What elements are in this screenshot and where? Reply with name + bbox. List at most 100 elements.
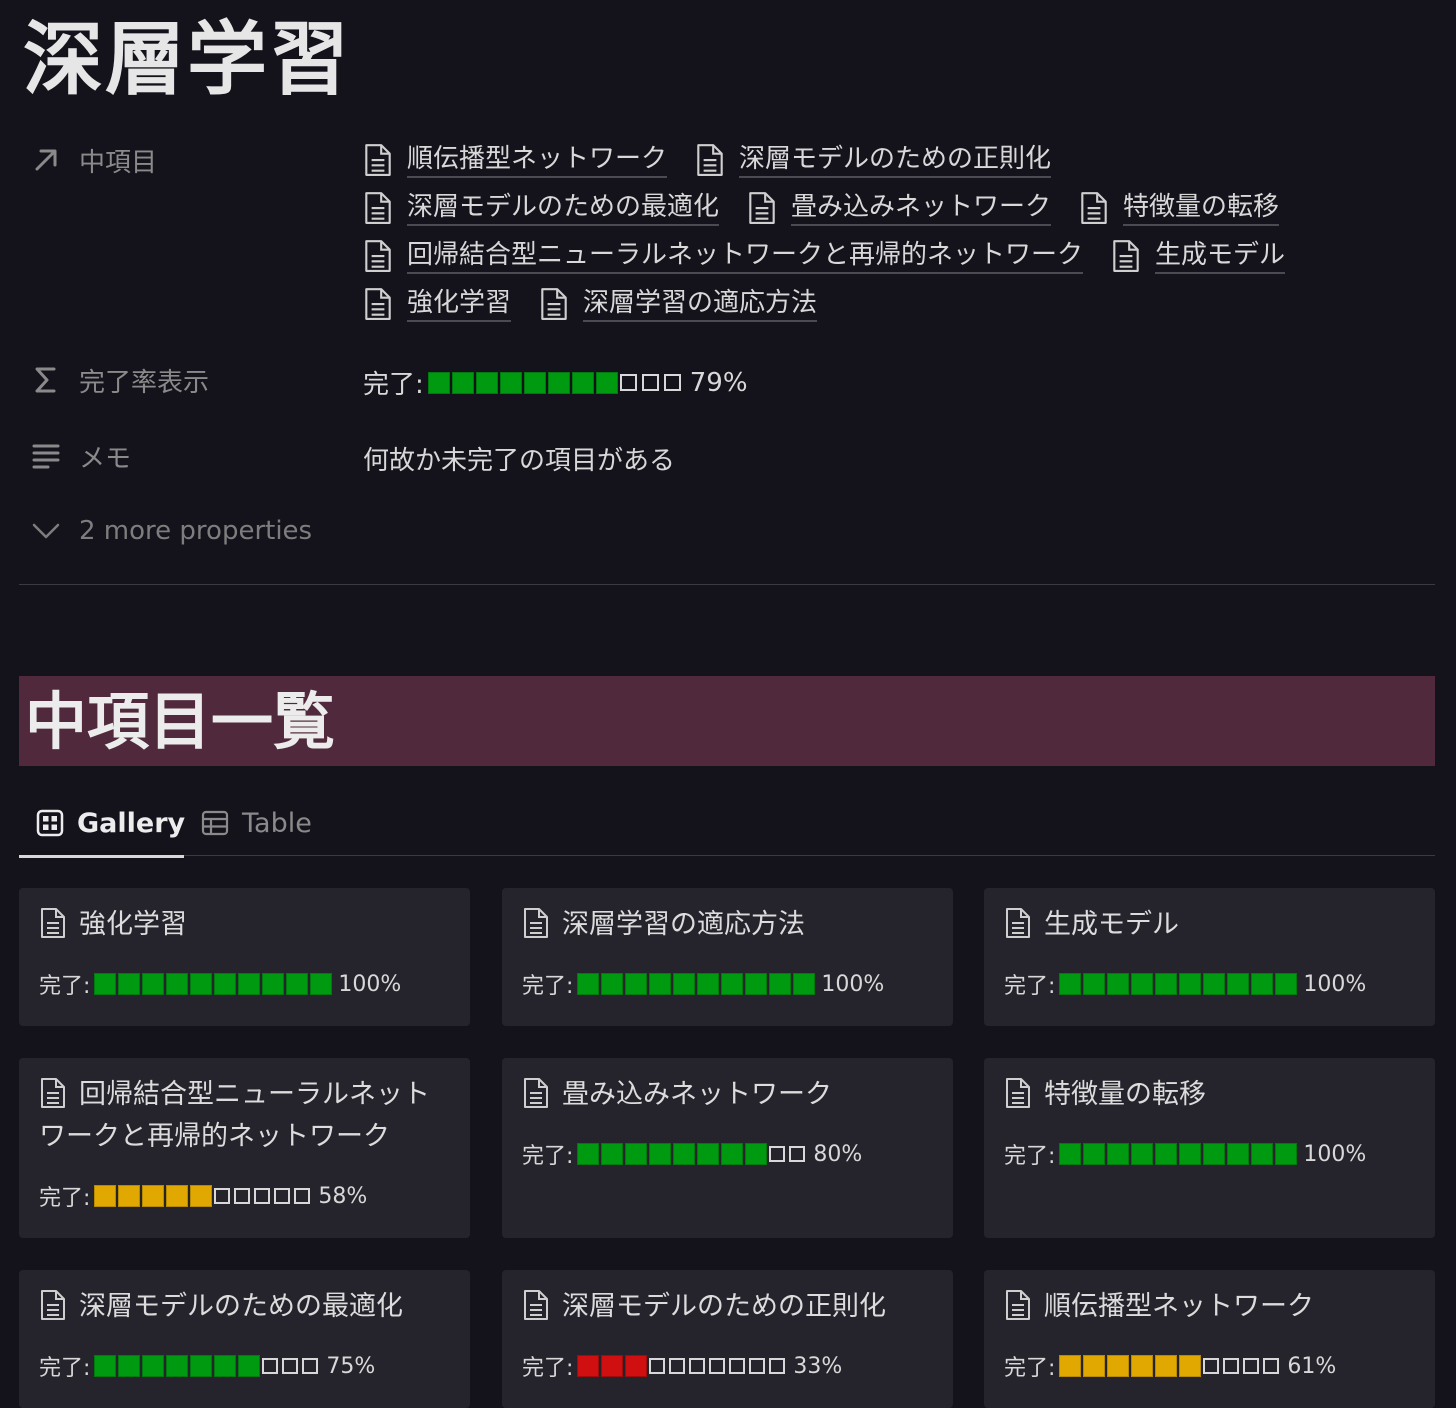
page-doc-icon — [363, 239, 393, 273]
progress-cell-filled — [142, 1355, 165, 1377]
card-progress-percent: 100% — [1303, 971, 1367, 997]
tab-label: Gallery — [77, 807, 186, 839]
memo-value[interactable]: 何故か未完了の項目がある — [363, 440, 675, 477]
card-progress-bar — [94, 973, 334, 995]
completion-percent: 79% — [689, 367, 748, 398]
gallery-card[interactable]: 深層モデルのための最適化 完了: 75% — [19, 1270, 470, 1408]
progress-cell-empty — [294, 1188, 311, 1204]
card-title: 回帰結合型ニューラルネットワークと再帰的ネットワーク — [39, 1074, 449, 1158]
relation-chip-label: 順伝播型ネットワーク — [407, 142, 668, 178]
page-doc-icon — [1079, 191, 1109, 225]
tab-gallery[interactable]: Gallery — [19, 790, 186, 858]
progress-cell-filled — [721, 973, 744, 995]
table-icon — [200, 808, 230, 838]
property-label-memo[interactable]: メモ — [31, 440, 132, 474]
relation-chip[interactable]: 順伝播型ネットワーク — [363, 140, 668, 180]
progress-cell-filled — [1275, 1143, 1298, 1165]
card-title: 順伝播型ネットワーク — [1004, 1286, 1414, 1328]
progress-cell-empty — [1263, 1358, 1280, 1374]
card-title: 畳み込みネットワーク — [522, 1074, 932, 1116]
gallery-card[interactable]: 深層学習の適応方法完了: 100% — [502, 888, 953, 1026]
section-heading: 中項目一覧 — [19, 676, 1435, 766]
page-doc-icon — [39, 1077, 67, 1109]
relation-chip[interactable]: 深層モデルのための正則化 — [695, 140, 1052, 180]
progress-cell-filled — [238, 973, 261, 995]
card-title: 強化学習 — [39, 904, 449, 946]
progress-cell-filled — [142, 1185, 165, 1207]
relation-chip[interactable]: 回帰結合型ニューラルネットワークと再帰的ネットワーク — [363, 236, 1084, 276]
progress-cell-filled — [1107, 1143, 1130, 1165]
relation-chip[interactable]: 深層学習の適応方法 — [539, 284, 818, 324]
completion-bar — [427, 371, 686, 394]
progress-cell-filled — [1155, 973, 1178, 995]
relation-chip-label: 強化学習 — [407, 286, 512, 322]
relation-chip-label: 畳み込みネットワーク — [791, 190, 1052, 226]
more-properties-toggle[interactable]: 2 more properties — [31, 516, 312, 546]
card-title: 深層学習の適応方法 — [522, 904, 932, 946]
progress-cell-filled — [649, 973, 672, 995]
relation-chip[interactable]: 特徴量の転移 — [1079, 188, 1280, 228]
relation-chip[interactable]: 生成モデル — [1111, 236, 1286, 276]
property-label-completion[interactable]: 完了率表示 — [31, 364, 209, 398]
progress-cell-filled — [697, 1143, 720, 1165]
progress-cell-filled — [499, 371, 522, 394]
progress-cell-filled — [697, 973, 720, 995]
gallery-card[interactable]: 深層モデルのための正則化 完了: 33% — [502, 1270, 953, 1408]
progress-cell-filled — [673, 973, 696, 995]
progress-cell-filled — [793, 973, 816, 995]
page-title: 深層学習 — [23, 13, 351, 106]
page-doc-icon — [1004, 1289, 1032, 1321]
progress-cell-filled — [649, 1143, 672, 1165]
view-tabs: Gallery Table — [19, 790, 1435, 858]
arrow-up-right-icon — [31, 145, 61, 175]
progress-cell-empty — [1203, 1358, 1220, 1374]
card-progress: 完了: 100% — [522, 968, 884, 1000]
relation-chip-label: 深層モデルのための正則化 — [739, 142, 1052, 178]
property-label-text: 中項目 — [79, 147, 158, 178]
relation-chip[interactable]: 畳み込みネットワーク — [747, 188, 1052, 228]
page-doc-icon — [363, 143, 393, 177]
card-title: 特徴量の転移 — [1004, 1074, 1414, 1116]
progress-cell-filled — [1179, 973, 1202, 995]
tab-table[interactable]: Table — [200, 790, 312, 856]
card-progress-percent: 33% — [793, 1353, 843, 1379]
progress-cell-filled — [1131, 1143, 1154, 1165]
relation-chip[interactable]: 強化学習 — [363, 284, 512, 324]
property-label-relation[interactable]: 中項目 — [31, 144, 158, 178]
progress-cell-filled — [595, 371, 618, 394]
progress-cell-empty — [709, 1358, 726, 1374]
relation-chip-label: 特徴量の転移 — [1123, 190, 1280, 226]
progress-cell-filled — [745, 1143, 768, 1165]
progress-cell-filled — [673, 1143, 696, 1165]
progress-cell-filled — [118, 1185, 141, 1207]
progress-cell-filled — [190, 1355, 213, 1377]
gallery-card[interactable]: 生成モデル 完了: 100% — [984, 888, 1435, 1026]
progress-cell-empty — [234, 1188, 251, 1204]
progress-cell-filled — [1179, 1143, 1202, 1165]
gallery-card[interactable]: 順伝播型ネットワーク 完了: 61% — [984, 1270, 1435, 1408]
progress-cell-filled — [1179, 1355, 1202, 1377]
card-progress-prefix: 完了: — [522, 1356, 574, 1381]
progress-cell-filled — [262, 973, 285, 995]
progress-cell-filled — [625, 1143, 648, 1165]
property-label-text: メモ — [79, 443, 132, 474]
progress-cell-filled — [577, 973, 600, 995]
relation-chip-label: 深層モデルのための最適化 — [407, 190, 720, 226]
progress-cell-filled — [721, 1143, 744, 1165]
page-doc-icon — [363, 287, 393, 321]
gallery-card[interactable]: 特徴量の転移 完了: 100% — [984, 1058, 1435, 1238]
progress-cell-filled — [1059, 973, 1082, 995]
page-doc-icon — [747, 191, 777, 225]
progress-cell-empty — [729, 1358, 746, 1374]
completion-value[interactable]: 完了: 79% — [363, 364, 748, 401]
chevron-down-icon — [31, 516, 61, 546]
gallery-card[interactable]: 回帰結合型ニューラルネットワークと再帰的ネットワーク 完了: 58% — [19, 1058, 470, 1238]
progress-cell-filled — [601, 1355, 624, 1377]
relation-chip[interactable]: 深層モデルのための最適化 — [363, 188, 720, 228]
gallery-card[interactable]: 畳み込みネットワーク 完了: 80% — [502, 1058, 953, 1238]
card-progress: 完了: 100% — [1004, 968, 1366, 1000]
page-doc-icon — [522, 1289, 550, 1321]
gallery-card[interactable]: 強化学習 完了: 100% — [19, 888, 470, 1026]
card-progress-percent: 100% — [821, 971, 885, 997]
progress-cell-filled — [1131, 973, 1154, 995]
